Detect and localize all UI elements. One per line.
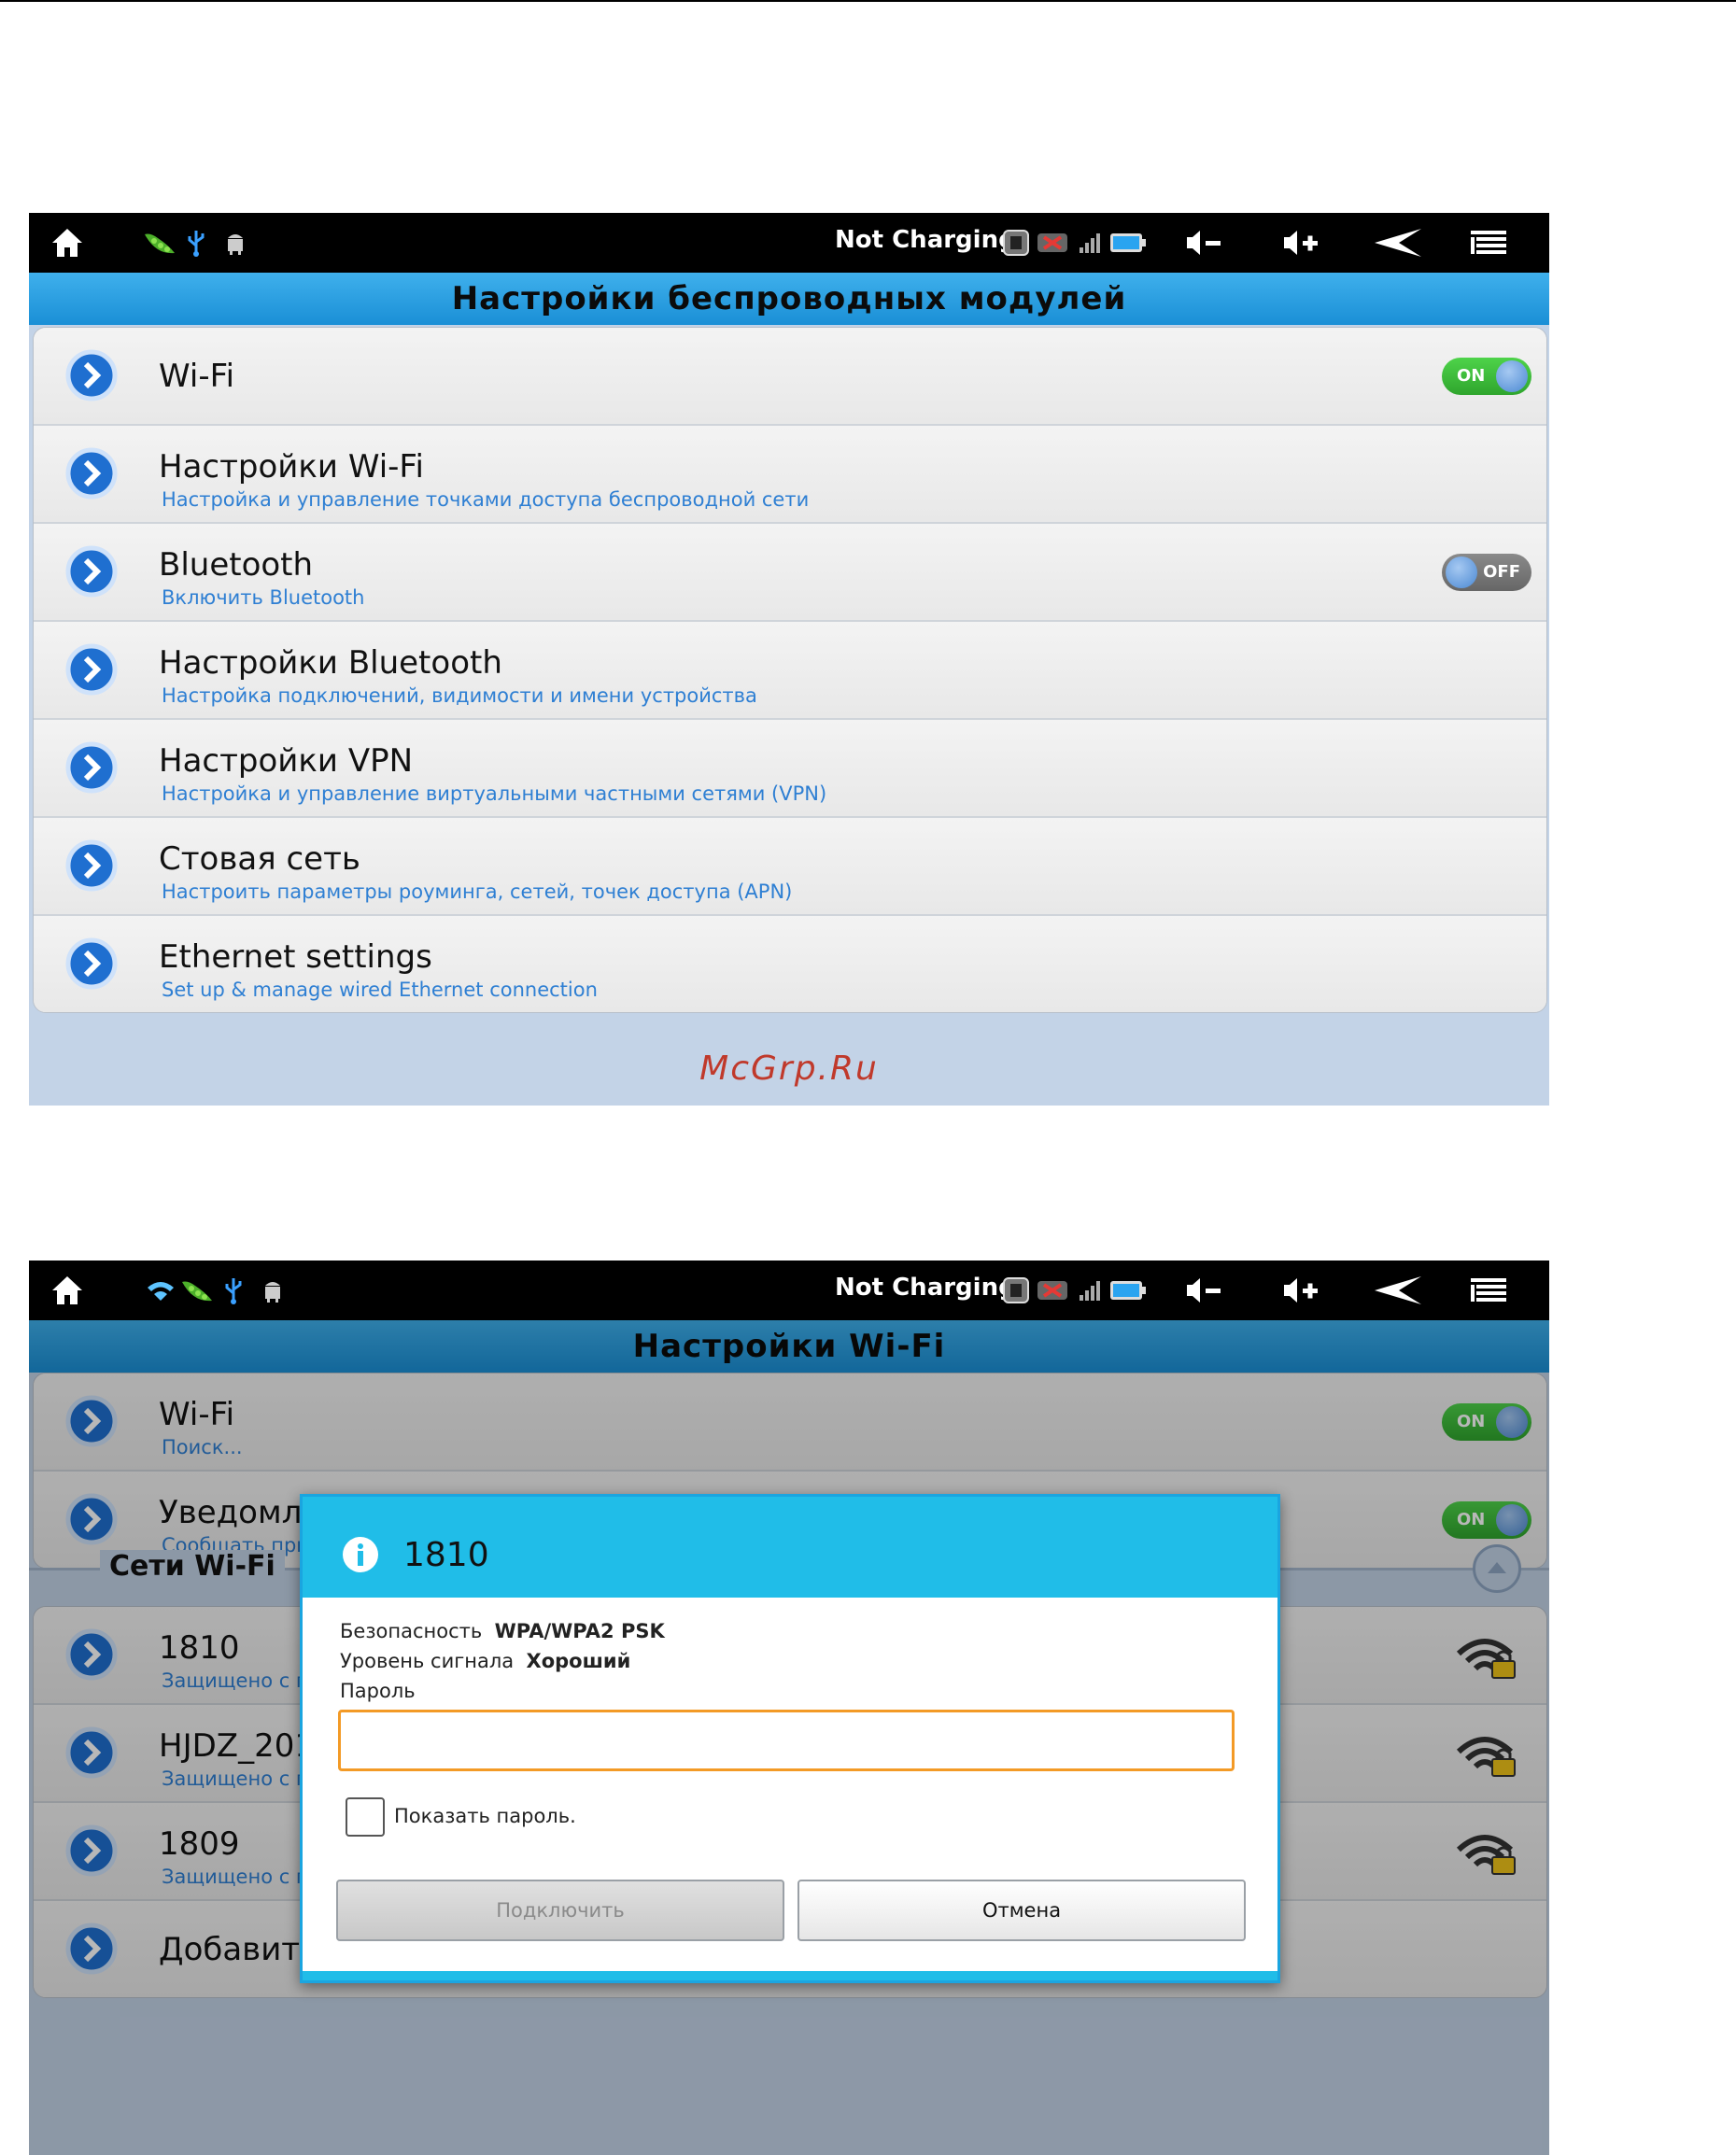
page-title: Настройки беспроводных модулей xyxy=(451,280,1127,317)
signal-label: Уровень сигнала xyxy=(340,1650,515,1672)
list-item-title: Настройки Wi-Fi xyxy=(159,448,424,486)
signal-value: Хороший xyxy=(526,1650,631,1672)
wireless-settings-screen: Not Charging Настройки беспроводных моду… xyxy=(29,213,1549,1106)
security-value: WPA/WPA2 PSK xyxy=(494,1620,665,1642)
settings-list: Wi-Fi ON Настройки Wi-Fi Настройка и упр… xyxy=(33,327,1547,1013)
list-item-bluetooth-settings[interactable]: Настройки Bluetooth Настройка подключени… xyxy=(34,622,1546,720)
list-item-mobile-network[interactable]: Стовая сеть Настроить параметры роуминга… xyxy=(34,818,1546,916)
sd-icon xyxy=(1000,1268,1032,1313)
list-item-wifi-settings[interactable]: Настройки Wi-Fi Настройка и управление т… xyxy=(34,426,1546,524)
home-icon[interactable] xyxy=(46,220,89,265)
android-debug-icon xyxy=(261,1268,285,1313)
home-icon[interactable] xyxy=(46,1268,89,1313)
list-item-title: Стовая сеть xyxy=(159,840,360,878)
list-item-subtitle: Set up & manage wired Ethernet connectio… xyxy=(162,979,598,1001)
battery-icon xyxy=(1108,1268,1148,1313)
cancel-button[interactable]: Отмена xyxy=(797,1880,1246,1941)
list-item-bluetooth[interactable]: Bluetooth Включить Bluetooth OFF xyxy=(34,524,1546,622)
list-item-title: Настройки VPN xyxy=(159,742,414,780)
signal-line: Уровень сигнала Хороший xyxy=(340,1650,630,1672)
toggle-knob xyxy=(1446,556,1477,588)
password-input[interactable] xyxy=(338,1710,1235,1771)
chevron-right-icon xyxy=(65,741,118,794)
list-item-subtitle: Включить Bluetooth xyxy=(162,586,365,609)
watermark-text: McGrp.Ru xyxy=(699,1049,879,1088)
android-debug-icon xyxy=(223,220,247,265)
chevron-right-icon xyxy=(65,937,118,990)
page-title-bar: Настройки беспроводных модулей xyxy=(29,273,1549,325)
signal-bars-icon xyxy=(1077,1268,1103,1313)
volume-up-icon[interactable] xyxy=(1278,220,1325,265)
show-password-checkbox[interactable] xyxy=(346,1797,385,1837)
toggle-knob xyxy=(1496,360,1528,392)
toggle-state-label: OFF xyxy=(1483,562,1520,582)
chevron-right-icon xyxy=(65,643,118,696)
usb-icon xyxy=(221,1268,246,1313)
pea-icon xyxy=(139,220,180,265)
list-item-title: Wi-Fi xyxy=(159,358,235,395)
back-icon[interactable] xyxy=(1370,220,1426,265)
menu-icon[interactable] xyxy=(1467,1268,1510,1313)
dialog-header: 1810 xyxy=(303,1497,1277,1598)
menu-icon[interactable] xyxy=(1467,220,1510,265)
list-item-ethernet-settings[interactable]: Ethernet settings Set up & manage wired … xyxy=(34,916,1546,1012)
list-item-title: Ethernet settings xyxy=(159,938,432,976)
wifi-status-icon xyxy=(145,1268,176,1313)
dialog-footer-bar xyxy=(303,1971,1277,1980)
chevron-right-icon xyxy=(65,447,118,500)
signal-bars-icon xyxy=(1077,220,1103,265)
security-line: Безопасность WPA/WPA2 PSK xyxy=(340,1620,665,1642)
back-icon[interactable] xyxy=(1370,1268,1426,1313)
list-item-title: Настройки Bluetooth xyxy=(159,644,502,682)
status-bar: Not Charging xyxy=(29,1261,1549,1320)
chevron-right-icon xyxy=(65,349,118,401)
wifi-toggle[interactable]: ON xyxy=(1442,358,1531,395)
toggle-state-label: ON xyxy=(1457,366,1486,386)
volume-down-icon[interactable] xyxy=(1181,1268,1228,1313)
security-label: Безопасность xyxy=(340,1620,483,1642)
pea-icon xyxy=(176,1268,218,1313)
no-signal-icon xyxy=(1036,220,1069,265)
list-item-wifi[interactable]: Wi-Fi ON xyxy=(34,328,1546,426)
battery-icon xyxy=(1108,220,1148,265)
list-item-subtitle: Настройка и управление виртуальными част… xyxy=(162,782,827,805)
list-item-vpn-settings[interactable]: Настройки VPN Настройка и управление вир… xyxy=(34,720,1546,818)
no-signal-icon xyxy=(1036,1268,1069,1313)
sd-icon xyxy=(1000,220,1032,265)
show-password-label: Показать пароль. xyxy=(394,1805,576,1827)
info-icon xyxy=(343,1537,378,1572)
list-item-subtitle: Настроить параметры роуминга, сетей, точ… xyxy=(162,880,793,903)
volume-up-icon[interactable] xyxy=(1278,1268,1325,1313)
volume-down-icon[interactable] xyxy=(1181,220,1228,265)
charging-status-text: Not Charging xyxy=(835,1274,1016,1302)
wifi-connect-dialog: 1810 Безопасность WPA/WPA2 PSK Уровень с… xyxy=(300,1494,1280,1983)
usb-icon xyxy=(184,220,208,265)
list-item-subtitle: Настройка и управление точками доступа б… xyxy=(162,488,810,511)
chevron-right-icon xyxy=(65,545,118,598)
dialog-title: 1810 xyxy=(403,1536,489,1574)
connect-button[interactable]: Подключить xyxy=(336,1880,784,1941)
charging-status-text: Not Charging xyxy=(835,226,1016,254)
wifi-settings-screen: Not Charging Настройки Wi-Fi Wi-Fi Поиск… xyxy=(29,1261,1549,2155)
status-bar: Not Charging xyxy=(29,213,1549,273)
bluetooth-toggle[interactable]: OFF xyxy=(1442,554,1531,591)
page-top-rule xyxy=(0,0,1736,2)
list-item-title: Bluetooth xyxy=(159,546,314,584)
list-item-subtitle: Настройка подключений, видимости и имени… xyxy=(162,684,757,707)
password-label: Пароль xyxy=(340,1680,416,1702)
chevron-right-icon xyxy=(65,839,118,892)
